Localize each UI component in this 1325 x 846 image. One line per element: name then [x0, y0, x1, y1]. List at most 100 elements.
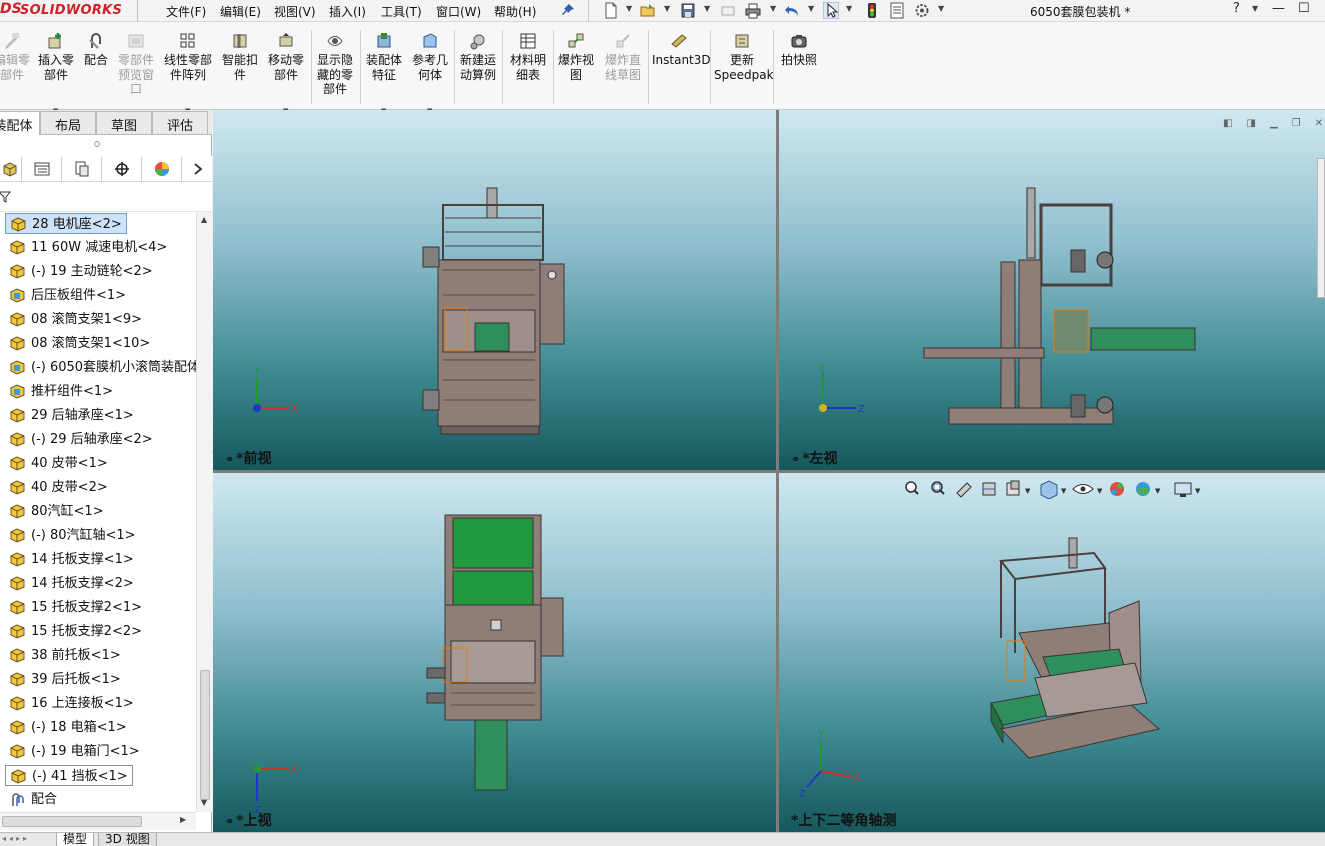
tree-item[interactable]: 配合	[5, 789, 57, 810]
tab-3d-views[interactable]: 3D 视图	[98, 833, 157, 846]
tree-item[interactable]: 14 托板支撑<2>	[5, 573, 134, 594]
tab-model[interactable]: 模型	[56, 833, 95, 846]
zoom-to-fit-icon[interactable]	[905, 481, 919, 495]
graphics-area[interactable]: Y X ⚭ *前视 Y Z ◧ ◨ ▁ ❐ ✕ ⚭ *左视 X Z ⚭ *上视 …	[213, 110, 1325, 832]
tree-filter[interactable]	[0, 182, 212, 212]
dynamic-annotation-icon[interactable]	[1006, 480, 1020, 496]
tab-property-manager[interactable]	[22, 157, 62, 181]
show-hidden-components-button[interactable]: 显示隐 藏的零 部件	[314, 32, 356, 97]
tree-item[interactable]: 08 滚筒支架1<9>	[5, 309, 142, 330]
tree-item[interactable]: 08 滚筒支架1<10>	[5, 333, 150, 354]
tree-item[interactable]: 40 皮带<1>	[5, 453, 108, 474]
menu-view[interactable]: 视图(V)	[274, 3, 316, 20]
tab-sketch[interactable]: 草图	[96, 111, 152, 134]
task-pane-tabs[interactable]	[1317, 158, 1325, 298]
tree-item[interactable]: (-) 19 电箱门<1>	[5, 741, 140, 762]
tree-item[interactable]: 14 托板支撑<1>	[5, 549, 134, 570]
tab-layout[interactable]: 布局	[40, 111, 96, 134]
pane-next-icon[interactable]: ◨	[1246, 118, 1255, 129]
maximize-button[interactable]: ☐	[1298, 1, 1310, 16]
pin-icon[interactable]	[560, 2, 576, 19]
insert-component-button[interactable]: 插入零 部件 ▼	[36, 32, 76, 115]
view-settings-icon[interactable]	[1174, 482, 1192, 497]
menu-insert[interactable]: 插入(I)	[329, 3, 366, 20]
pane-close-icon[interactable]: ✕	[1315, 118, 1323, 129]
component-preview-button[interactable]: 零部件 预览窗 口	[116, 32, 156, 97]
save-icon[interactable]	[680, 2, 696, 19]
edit-component-button[interactable]: 编辑零 部件	[0, 32, 30, 82]
menu-tools[interactable]: 工具(T)	[381, 3, 422, 20]
select-icon[interactable]	[823, 2, 839, 19]
tab-configuration-manager[interactable]	[62, 157, 102, 181]
options-icon[interactable]	[914, 2, 930, 19]
tab-assembly[interactable]: 装配体	[0, 111, 40, 135]
smart-fasteners-button[interactable]: 智能扣 件	[220, 32, 260, 82]
pane-restore-icon[interactable]: ❐	[1292, 118, 1301, 129]
menu-edit[interactable]: 编辑(E)	[220, 3, 261, 20]
tree-item[interactable]: (-) 19 主动链轮<2>	[5, 261, 153, 282]
zoom-area-icon[interactable]	[931, 481, 945, 495]
pane-minimize-icon[interactable]: ▁	[1270, 118, 1278, 129]
section-view-icon[interactable]	[982, 482, 996, 496]
bill-of-materials-button[interactable]: 材料明 细表	[506, 32, 550, 82]
exploded-view-button[interactable]: 爆炸视 图	[556, 32, 596, 82]
viewport-isometric[interactable]: Y X Z ▼ ▼ ▼ ▼ ▼ *上下二等角轴测	[779, 473, 1325, 832]
rebuild-icon[interactable]	[864, 2, 880, 19]
tree-vertical-scrollbar[interactable]: ▲ ▼	[196, 212, 212, 812]
linear-pattern-button[interactable]: 线性零部 件阵列 ▼	[162, 32, 214, 115]
help-icon[interactable]: ?	[1233, 1, 1240, 16]
tree-item[interactable]: 29 后轴承座<1>	[5, 405, 134, 426]
menu-window[interactable]: 窗口(W)	[436, 3, 481, 20]
tree-item[interactable]: 40 皮带<2>	[5, 477, 108, 498]
move-component-button[interactable]: 移动零 部件 ▼	[266, 32, 306, 115]
panel-splitter-grip[interactable]	[94, 141, 100, 147]
update-speedpak-button[interactable]: 更新 Speedpak	[714, 32, 774, 82]
tree-item[interactable]: 推杆组件<1>	[5, 381, 113, 402]
reference-geometry-button[interactable]: 参考几 何体 ▼	[410, 32, 450, 115]
file-properties-icon[interactable]	[889, 2, 905, 19]
tree-item[interactable]: 16 上连接板<1>	[5, 693, 134, 714]
apply-scene-icon[interactable]	[1136, 482, 1150, 496]
tree-item[interactable]: 28 电机座<2>	[5, 213, 127, 234]
tree-item[interactable]: (-) 6050套膜机小滚筒装配体	[5, 357, 196, 378]
assembly-features-button[interactable]: 装配体 特征 ▼	[364, 32, 404, 115]
open-icon[interactable]	[640, 2, 656, 19]
tree-horizontal-scrollbar[interactable]: ▶	[0, 812, 196, 830]
tree-item[interactable]: (-) 29 后轴承座<2>	[5, 429, 153, 450]
display-style-icon[interactable]	[1072, 484, 1094, 494]
new-motion-study-button[interactable]: 新建运 动算例	[458, 32, 498, 82]
undo-icon[interactable]	[784, 2, 800, 19]
tree-item[interactable]: 15 托板支撑2<1>	[5, 597, 142, 618]
tab-evaluate[interactable]: 评估	[152, 111, 208, 134]
viewport-front[interactable]: Y X ⚭ *前视	[213, 110, 776, 470]
print-icon[interactable]	[745, 2, 761, 19]
solidworks-logo[interactable]: DS SOLIDWORKS	[0, 0, 140, 22]
viewport-top[interactable]: X Z ⚭ *上视	[213, 473, 776, 832]
new-document-icon[interactable]	[603, 2, 619, 19]
tab-dimxpert-manager[interactable]	[102, 157, 142, 181]
filter-icon[interactable]	[0, 190, 12, 204]
previous-view-icon[interactable]	[956, 482, 972, 498]
pane-prev-icon[interactable]: ◧	[1223, 118, 1232, 129]
tree-item[interactable]: 11 60W 减速电机<4>	[5, 237, 167, 258]
minimize-button[interactable]: —	[1272, 1, 1285, 16]
tab-display-manager[interactable]	[142, 157, 182, 181]
tab-feature-manager[interactable]	[0, 157, 22, 181]
instant3d-button[interactable]: Instant3D	[652, 32, 711, 68]
tree-item[interactable]: 后压板组件<1>	[5, 285, 126, 306]
tree-item[interactable]: (-) 41 挡板<1>	[5, 765, 133, 786]
tree-item[interactable]: 15 托板支撑2<2>	[5, 621, 142, 642]
menu-file[interactable]: 文件(F)	[166, 3, 206, 20]
tab-more[interactable]	[182, 157, 212, 181]
menu-help[interactable]: 帮助(H)	[494, 3, 536, 20]
tree-item[interactable]: (-) 18 电箱<1>	[5, 717, 127, 738]
tree-item[interactable]: 38 前托板<1>	[5, 645, 121, 666]
edit-appearance-icon[interactable]	[1110, 482, 1124, 496]
tree-item[interactable]: 80汽缸<1>	[5, 501, 104, 522]
tree-item[interactable]: 39 后托板<1>	[5, 669, 121, 690]
explode-line-sketch-button[interactable]: 爆炸直 线草图	[602, 32, 644, 82]
view-orientation-icon[interactable]	[1040, 480, 1058, 499]
tree-item[interactable]: (-) 80汽缸轴<1>	[5, 525, 136, 546]
viewport-left[interactable]: Y Z ◧ ◨ ▁ ❐ ✕ ⚭ *左视	[779, 110, 1325, 470]
snapshot-button[interactable]: 拍快照	[778, 32, 820, 68]
